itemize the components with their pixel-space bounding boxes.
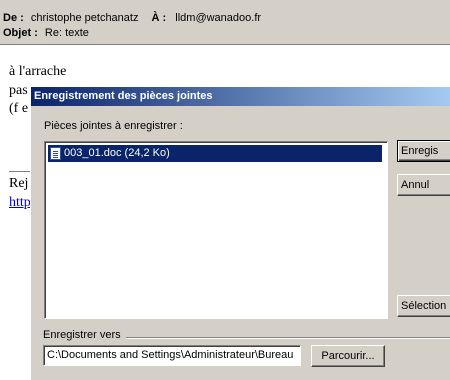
dialog-titlebar[interactable]: Enregistrement des pièces jointes [31, 87, 450, 106]
message-header: De : christophe petchanatz À : lldm@wana… [0, 0, 450, 45]
word-document-icon [50, 147, 61, 160]
to-label: À : [151, 12, 167, 24]
body-line: Rej [9, 176, 29, 191]
subject-label: Objet : [3, 27, 38, 39]
save-button[interactable]: Enregis [397, 140, 450, 162]
from-row: De : christophe petchanatz À : lldm@wana… [3, 11, 261, 25]
body-line: pas [9, 83, 28, 98]
body-link[interactable]: http [9, 195, 31, 211]
attachment-item[interactable]: 003_01.doc (24,2 Ko) [48, 145, 382, 162]
group-divider [126, 337, 450, 339]
body-line: (f e [9, 101, 29, 116]
select-all-button[interactable]: Sélection [397, 295, 450, 317]
body-line: à l'arrache [9, 64, 67, 79]
save-path-field[interactable]: C:\Documents and Settings\Administrateur… [43, 345, 301, 366]
attachments-list[interactable]: 003_01.doc (24,2 Ko) [44, 141, 388, 319]
browse-button[interactable]: Parcourir... [311, 345, 385, 367]
from-value: christophe petchanatz [30, 12, 139, 24]
subject-row: Objet : Re: texte [3, 26, 89, 40]
subject-value: Re: texte [44, 27, 89, 39]
to-value: lldm@wanadoo.fr [175, 12, 262, 24]
save-to-label: Enregistrer vers [43, 329, 121, 341]
save-attachments-dialog: Enregistrement des pièces jointes Pièces… [30, 86, 450, 380]
from-label: De : [3, 12, 24, 24]
attachment-name: 003_01.doc (24,2 Ko) [64, 147, 170, 159]
cancel-button[interactable]: Annul [397, 174, 450, 196]
attachments-label: Pièces jointes à enregistrer : [44, 120, 183, 132]
